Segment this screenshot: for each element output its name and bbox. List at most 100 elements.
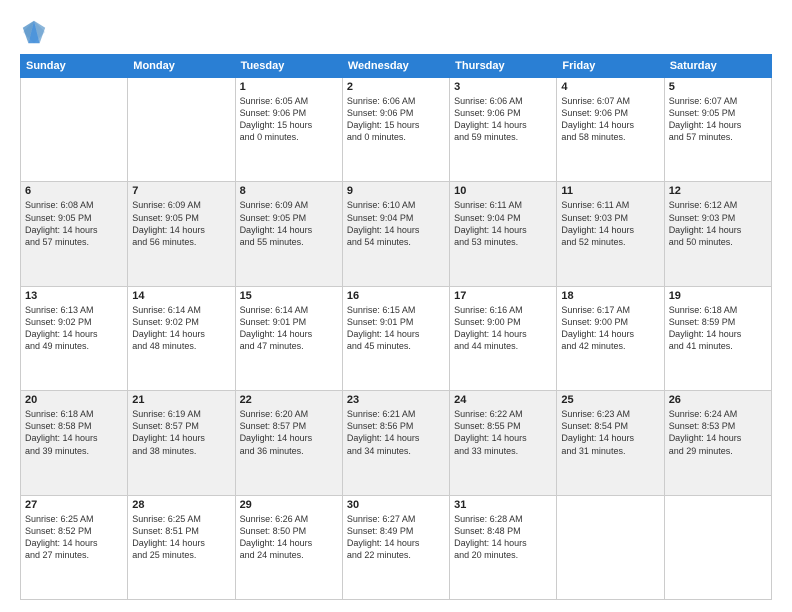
- day-number: 27: [25, 499, 123, 511]
- day-info: Sunrise: 6:09 AM Sunset: 9:05 PM Dayligh…: [132, 199, 230, 248]
- logo: [20, 18, 52, 46]
- logo-icon: [20, 18, 48, 46]
- day-number: 7: [132, 185, 230, 197]
- day-info: Sunrise: 6:10 AM Sunset: 9:04 PM Dayligh…: [347, 199, 445, 248]
- day-cell: 14 Sunrise: 6:14 AM Sunset: 9:02 PM Dayli…: [128, 286, 235, 390]
- week-row-2: 6 Sunrise: 6:08 AM Sunset: 9:05 PM Daylig…: [21, 182, 772, 286]
- week-row-3: 13 Sunrise: 6:13 AM Sunset: 9:02 PM Dayli…: [21, 286, 772, 390]
- day-number: 20: [25, 394, 123, 406]
- day-number: 19: [669, 290, 767, 302]
- day-info: Sunrise: 6:13 AM Sunset: 9:02 PM Dayligh…: [25, 304, 123, 353]
- week-row-1: 1Sunrise: 6:05 AM Sunset: 9:06 PM Daylig…: [21, 78, 772, 182]
- day-info: Sunrise: 6:20 AM Sunset: 8:57 PM Dayligh…: [240, 408, 338, 457]
- day-number: 17: [454, 290, 552, 302]
- day-info: Sunrise: 6:08 AM Sunset: 9:05 PM Dayligh…: [25, 199, 123, 248]
- day-number: 8: [240, 185, 338, 197]
- day-cell: 23Sunrise: 6:21 AM Sunset: 8:56 PM Dayli…: [342, 391, 449, 495]
- day-cell: [557, 495, 664, 599]
- day-number: 16: [347, 290, 445, 302]
- day-info: Sunrise: 6:24 AM Sunset: 8:53 PM Dayligh…: [669, 408, 767, 457]
- day-info: Sunrise: 6:25 AM Sunset: 8:51 PM Dayligh…: [132, 513, 230, 562]
- day-info: Sunrise: 6:09 AM Sunset: 9:05 PM Dayligh…: [240, 199, 338, 248]
- weekday-header-sunday: Sunday: [21, 55, 128, 78]
- day-number: 30: [347, 499, 445, 511]
- weekday-header-monday: Monday: [128, 55, 235, 78]
- day-number: 23: [347, 394, 445, 406]
- day-number: 26: [669, 394, 767, 406]
- day-cell: 18 Sunrise: 6:17 AM Sunset: 9:00 PM Dayli…: [557, 286, 664, 390]
- day-number: 25: [561, 394, 659, 406]
- weekday-header-tuesday: Tuesday: [235, 55, 342, 78]
- day-info: Sunrise: 6:07 AM Sunset: 9:06 PM Dayligh…: [561, 95, 659, 144]
- day-cell: 6 Sunrise: 6:08 AM Sunset: 9:05 PM Daylig…: [21, 182, 128, 286]
- day-number: 24: [454, 394, 552, 406]
- week-row-5: 27 Sunrise: 6:25 AM Sunset: 8:52 PM Dayli…: [21, 495, 772, 599]
- day-cell: 8 Sunrise: 6:09 AM Sunset: 9:05 PM Daylig…: [235, 182, 342, 286]
- day-info: Sunrise: 6:26 AM Sunset: 8:50 PM Dayligh…: [240, 513, 338, 562]
- day-cell: 20 Sunrise: 6:18 AM Sunset: 8:58 PM Dayli…: [21, 391, 128, 495]
- day-number: 28: [132, 499, 230, 511]
- weekday-header-saturday: Saturday: [664, 55, 771, 78]
- day-number: 12: [669, 185, 767, 197]
- day-cell: [664, 495, 771, 599]
- day-info: Sunrise: 6:16 AM Sunset: 9:00 PM Dayligh…: [454, 304, 552, 353]
- day-cell: 13 Sunrise: 6:13 AM Sunset: 9:02 PM Dayli…: [21, 286, 128, 390]
- day-info: Sunrise: 6:28 AM Sunset: 8:48 PM Dayligh…: [454, 513, 552, 562]
- day-number: 9: [347, 185, 445, 197]
- day-cell: 7 Sunrise: 6:09 AM Sunset: 9:05 PM Daylig…: [128, 182, 235, 286]
- day-cell: 27 Sunrise: 6:25 AM Sunset: 8:52 PM Dayli…: [21, 495, 128, 599]
- day-cell: 26 Sunrise: 6:24 AM Sunset: 8:53 PM Dayli…: [664, 391, 771, 495]
- day-info: Sunrise: 6:25 AM Sunset: 8:52 PM Dayligh…: [25, 513, 123, 562]
- day-cell: 25 Sunrise: 6:23 AM Sunset: 8:54 PM Dayli…: [557, 391, 664, 495]
- day-number: 18: [561, 290, 659, 302]
- day-info: Sunrise: 6:15 AM Sunset: 9:01 PM Dayligh…: [347, 304, 445, 353]
- day-info: Sunrise: 6:14 AM Sunset: 9:02 PM Dayligh…: [132, 304, 230, 353]
- page: SundayMondayTuesdayWednesdayThursdayFrid…: [0, 0, 792, 612]
- day-number: 14: [132, 290, 230, 302]
- weekday-header-thursday: Thursday: [450, 55, 557, 78]
- week-row-4: 20 Sunrise: 6:18 AM Sunset: 8:58 PM Dayli…: [21, 391, 772, 495]
- day-cell: [128, 78, 235, 182]
- day-cell: 22Sunrise: 6:20 AM Sunset: 8:57 PM Dayli…: [235, 391, 342, 495]
- day-info: Sunrise: 6:18 AM Sunset: 8:58 PM Dayligh…: [25, 408, 123, 457]
- day-info: Sunrise: 6:12 AM Sunset: 9:03 PM Dayligh…: [669, 199, 767, 248]
- day-cell: 17 Sunrise: 6:16 AM Sunset: 9:00 PM Dayli…: [450, 286, 557, 390]
- weekday-header-row: SundayMondayTuesdayWednesdayThursdayFrid…: [21, 55, 772, 78]
- day-cell: 31 Sunrise: 6:28 AM Sunset: 8:48 PM Dayli…: [450, 495, 557, 599]
- day-info: Sunrise: 6:19 AM Sunset: 8:57 PM Dayligh…: [132, 408, 230, 457]
- day-number: 3: [454, 81, 552, 93]
- day-number: 5: [669, 81, 767, 93]
- day-cell: 2 Sunrise: 6:06 AM Sunset: 9:06 PM Daylig…: [342, 78, 449, 182]
- day-info: Sunrise: 6:23 AM Sunset: 8:54 PM Dayligh…: [561, 408, 659, 457]
- day-cell: 1Sunrise: 6:05 AM Sunset: 9:06 PM Daylig…: [235, 78, 342, 182]
- day-number: 2: [347, 81, 445, 93]
- day-info: Sunrise: 6:14 AM Sunset: 9:01 PM Dayligh…: [240, 304, 338, 353]
- day-number: 6: [25, 185, 123, 197]
- day-cell: 11Sunrise: 6:11 AM Sunset: 9:03 PM Dayli…: [557, 182, 664, 286]
- day-number: 31: [454, 499, 552, 511]
- day-cell: 29Sunrise: 6:26 AM Sunset: 8:50 PM Dayli…: [235, 495, 342, 599]
- day-number: 15: [240, 290, 338, 302]
- day-cell: 4 Sunrise: 6:07 AM Sunset: 9:06 PM Daylig…: [557, 78, 664, 182]
- day-cell: 30 Sunrise: 6:27 AM Sunset: 8:49 PM Dayli…: [342, 495, 449, 599]
- day-cell: 19 Sunrise: 6:18 AM Sunset: 8:59 PM Dayli…: [664, 286, 771, 390]
- day-cell: 16 Sunrise: 6:15 AM Sunset: 9:01 PM Dayli…: [342, 286, 449, 390]
- weekday-header-friday: Friday: [557, 55, 664, 78]
- header: [20, 18, 772, 46]
- day-info: Sunrise: 6:06 AM Sunset: 9:06 PM Dayligh…: [347, 95, 445, 144]
- day-number: 13: [25, 290, 123, 302]
- day-number: 10: [454, 185, 552, 197]
- day-info: Sunrise: 6:17 AM Sunset: 9:00 PM Dayligh…: [561, 304, 659, 353]
- day-number: 4: [561, 81, 659, 93]
- day-info: Sunrise: 6:22 AM Sunset: 8:55 PM Dayligh…: [454, 408, 552, 457]
- day-cell: 28 Sunrise: 6:25 AM Sunset: 8:51 PM Dayli…: [128, 495, 235, 599]
- day-cell: 21Sunrise: 6:19 AM Sunset: 8:57 PM Dayli…: [128, 391, 235, 495]
- day-cell: [21, 78, 128, 182]
- day-info: Sunrise: 6:18 AM Sunset: 8:59 PM Dayligh…: [669, 304, 767, 353]
- day-info: Sunrise: 6:11 AM Sunset: 9:04 PM Dayligh…: [454, 199, 552, 248]
- day-cell: 12 Sunrise: 6:12 AM Sunset: 9:03 PM Dayli…: [664, 182, 771, 286]
- day-info: Sunrise: 6:27 AM Sunset: 8:49 PM Dayligh…: [347, 513, 445, 562]
- day-cell: 9 Sunrise: 6:10 AM Sunset: 9:04 PM Daylig…: [342, 182, 449, 286]
- day-info: Sunrise: 6:11 AM Sunset: 9:03 PM Dayligh…: [561, 199, 659, 248]
- day-cell: 3Sunrise: 6:06 AM Sunset: 9:06 PM Daylig…: [450, 78, 557, 182]
